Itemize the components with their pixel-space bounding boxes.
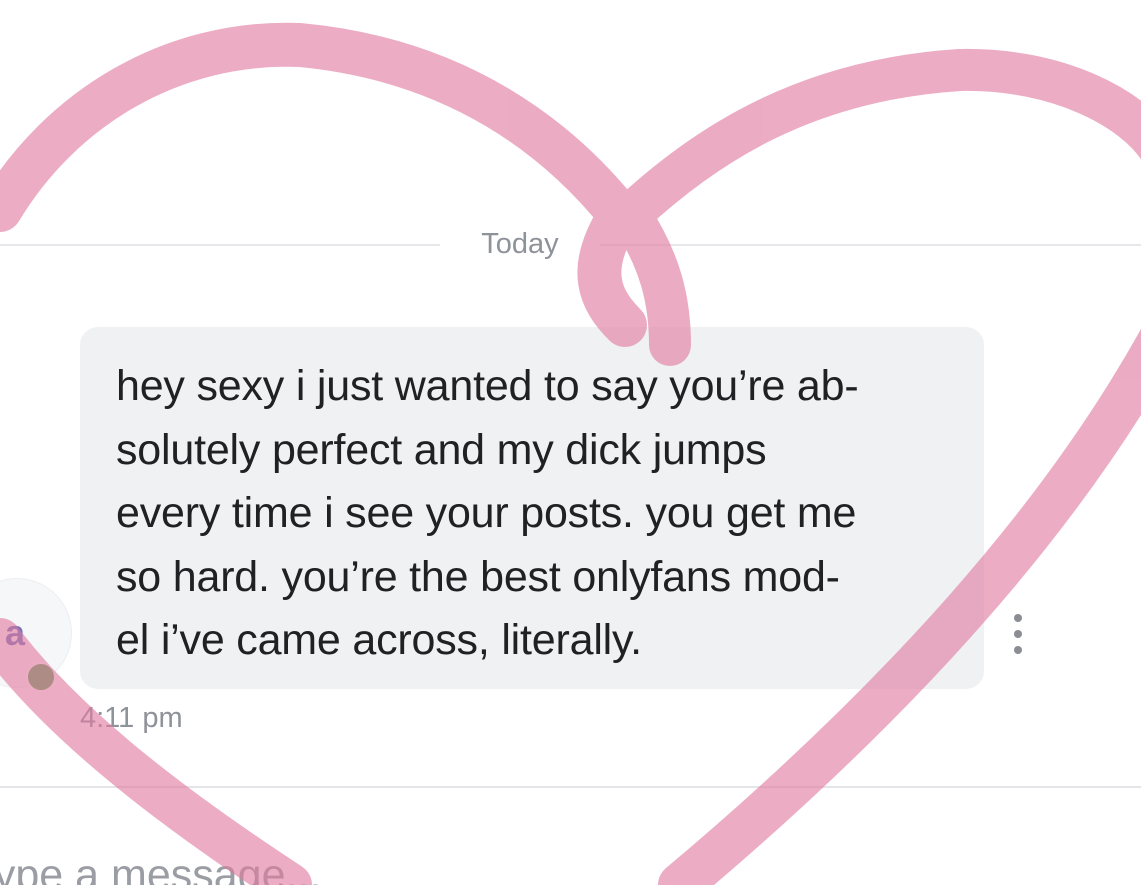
heart-stroke-left <box>0 22 647 347</box>
composer-divider <box>0 786 1141 788</box>
message-timestamp: 4:11 pm <box>80 702 183 734</box>
message-text: hey sexy i just wanted to say you’re ab-… <box>116 362 859 664</box>
avatar-initial: a <box>5 612 26 653</box>
message-bubble[interactable]: hey sexy i just wanted to say you’re ab-… <box>80 327 984 689</box>
chat-screen: Today a hey sexy i just wanted to say yo… <box>0 0 1141 885</box>
heart-stroke-right <box>609 48 1141 366</box>
more-vertical-icon[interactable] <box>1004 614 1032 654</box>
date-divider-label: Today <box>481 228 559 260</box>
date-divider-line-right <box>600 244 1141 246</box>
date-divider-line-left <box>0 244 440 246</box>
online-status-dot <box>26 662 56 692</box>
message-input[interactable] <box>0 840 1070 885</box>
